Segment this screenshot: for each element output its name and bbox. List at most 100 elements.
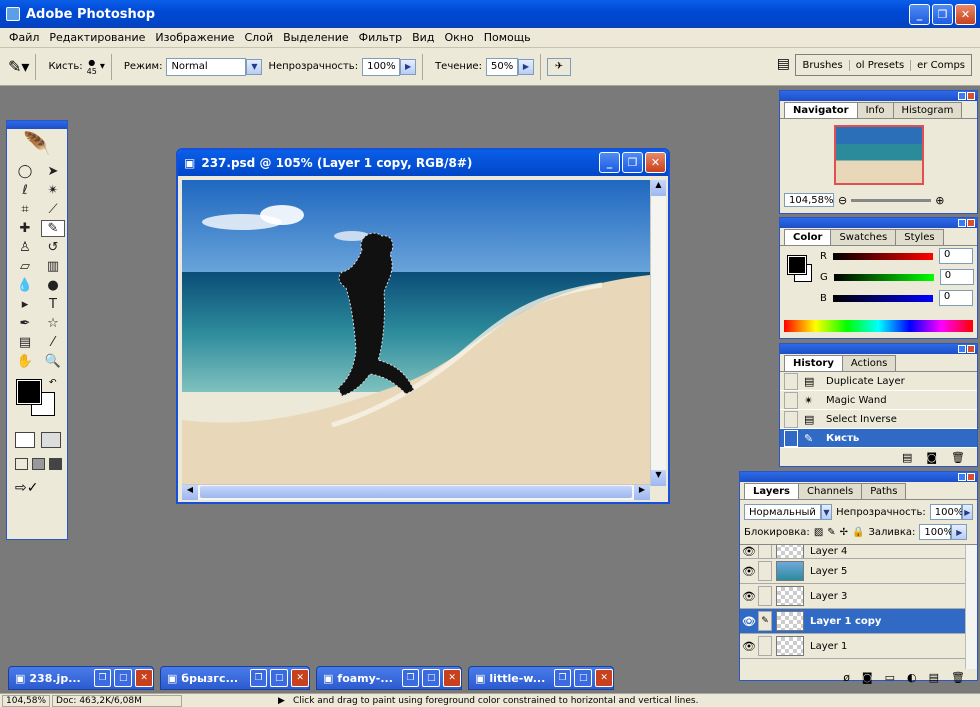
red-slider[interactable] — [832, 252, 933, 260]
toolbox-title-bar[interactable] — [7, 121, 67, 129]
zoom-in-icon[interactable]: ⊕ — [935, 194, 944, 207]
quick-mask-mode-icon[interactable] — [41, 432, 61, 448]
layer-row[interactable]: 👁 Layer 1 — [740, 634, 977, 659]
close-icon[interactable]: ✕ — [135, 669, 153, 687]
restore-icon[interactable]: ❐ — [401, 669, 420, 687]
maximize-button[interactable]: ❐ — [932, 4, 953, 25]
healing-brush-tool-icon[interactable]: ✚ — [13, 220, 37, 237]
blend-mode-select[interactable]: Нормальный — [744, 504, 821, 520]
pen-tool-icon[interactable]: ✒ — [13, 315, 37, 332]
minimized-doc-4[interactable]: ▣ little-w... ❐ □ ✕ — [468, 666, 614, 690]
tab-swatches[interactable]: Swatches — [830, 229, 897, 245]
color-fg-swatch[interactable] — [787, 255, 807, 275]
slice-tool-icon[interactable]: ⟋ — [41, 201, 65, 218]
history-palette-title-bar[interactable] — [780, 344, 977, 354]
document-horizontal-scrollbar[interactable]: ◀ ▶ — [182, 484, 650, 500]
screen-mode-full-icon[interactable] — [49, 458, 62, 470]
restore-icon[interactable]: ❐ — [553, 669, 572, 687]
zoom-out-icon[interactable]: ⊖ — [838, 194, 847, 207]
tab-info[interactable]: Info — [856, 102, 894, 118]
flow-slider-icon[interactable]: ▶ — [517, 58, 534, 75]
swap-colors-icon[interactable]: ↶ — [49, 378, 57, 388]
brush-link-icon[interactable]: ✎ — [758, 611, 772, 631]
hand-tool-icon[interactable]: ✋ — [13, 353, 37, 370]
foreground-color-swatch[interactable] — [16, 379, 42, 405]
menu-help[interactable]: Помощь — [479, 31, 536, 44]
eye-icon[interactable]: 👁 — [740, 640, 758, 653]
lock-all-icon[interactable]: 🔒 — [852, 527, 864, 538]
blend-mode-dropdown-icon[interactable]: ▼ — [820, 504, 833, 520]
lock-image-icon[interactable]: ✎ — [827, 527, 835, 538]
brush-tool-preset-icon[interactable]: ✎▾ — [8, 57, 29, 76]
layer-row[interactable]: 👁 Layer 3 — [740, 584, 977, 609]
palette-close-icon[interactable] — [967, 345, 975, 353]
maximize-icon[interactable]: □ — [574, 669, 593, 687]
mode-dropdown-icon[interactable]: ▼ — [246, 58, 263, 75]
layer-row[interactable]: 👁 Layer 4 — [740, 545, 977, 559]
palette-minimize-icon[interactable] — [958, 473, 966, 481]
type-tool-icon[interactable]: T — [41, 296, 65, 313]
tab-paths[interactable]: Paths — [861, 483, 907, 499]
clone-stamp-tool-icon[interactable]: ♙ — [13, 239, 37, 256]
airbrush-icon[interactable]: ✈ — [546, 57, 571, 76]
path-selection-tool-icon[interactable]: ▸ — [13, 296, 37, 313]
layer-row[interactable]: 👁 ✎ Layer 1 copy — [740, 609, 977, 634]
navigator-zoom-slider[interactable] — [851, 198, 932, 202]
jump-to-imageready-icon[interactable]: ⇨✓ — [15, 480, 67, 496]
move-tool-icon[interactable]: ➤ — [41, 163, 65, 180]
history-item[interactable]: ▤ Select Inverse — [780, 410, 977, 429]
mode-select[interactable]: Normal — [166, 57, 247, 76]
palette-minimize-icon[interactable] — [958, 345, 966, 353]
eraser-tool-icon[interactable]: ▱ — [13, 258, 37, 275]
eye-icon[interactable]: 👁 — [740, 565, 758, 578]
menu-view[interactable]: Вид — [407, 31, 439, 44]
new-snapshot-icon[interactable]: ◙ — [926, 451, 937, 464]
lasso-tool-icon[interactable]: ℓ — [13, 182, 37, 199]
history-item[interactable]: ▤ Duplicate Layer — [780, 372, 977, 391]
palette-close-icon[interactable] — [967, 219, 975, 227]
history-source-checkbox[interactable] — [784, 429, 798, 447]
eye-icon[interactable]: 👁 — [740, 615, 758, 628]
file-browser-icon[interactable]: ▤ — [777, 56, 790, 72]
layer-link-icon[interactable] — [758, 545, 772, 558]
maximize-icon[interactable]: □ — [422, 669, 441, 687]
document-maximize-button[interactable]: ❐ — [622, 152, 643, 173]
history-source-checkbox[interactable] — [784, 372, 798, 390]
notes-tool-icon[interactable]: ▤ — [13, 334, 37, 351]
palette-minimize-icon[interactable] — [958, 92, 966, 100]
maximize-icon[interactable]: □ — [114, 669, 133, 687]
layer-row[interactable]: 👁 Layer 5 — [740, 559, 977, 584]
tab-styles[interactable]: Styles — [895, 229, 944, 245]
green-field[interactable]: 0 — [939, 269, 974, 285]
minimized-doc-1[interactable]: ▣ 238.jp... ❐ □ ✕ — [8, 666, 154, 690]
lock-transparency-icon[interactable]: ▨ — [814, 527, 823, 538]
layer-link-icon[interactable] — [758, 636, 772, 656]
close-icon[interactable]: ✕ — [291, 669, 309, 687]
document-close-button[interactable]: ✕ — [645, 152, 666, 173]
crop-tool-icon[interactable]: ⌗ — [13, 201, 37, 218]
delete-state-icon[interactable]: 🗑 — [951, 451, 965, 464]
history-source-checkbox[interactable] — [784, 391, 798, 409]
palette-close-icon[interactable] — [967, 92, 975, 100]
menu-image[interactable]: Изображение — [150, 31, 239, 44]
history-source-checkbox[interactable] — [784, 410, 798, 428]
document-vertical-scrollbar[interactable]: ▲ ▼ — [650, 180, 666, 486]
gradient-tool-icon[interactable]: ▥ — [41, 258, 65, 275]
fill-slider-icon[interactable]: ▶ — [951, 524, 968, 540]
screen-mode-full-menu-icon[interactable] — [32, 458, 45, 470]
new-set-icon[interactable]: ▭ — [885, 671, 895, 684]
tab-layers[interactable]: Layers — [744, 483, 799, 499]
brush-picker-arrow-icon[interactable]: ▾ — [100, 61, 105, 72]
brush-picker[interactable]: ● 45 — [87, 58, 97, 76]
palette-well-tool-presets[interactable]: ol Presets — [850, 59, 912, 71]
layers-opacity-slider-icon[interactable]: ▶ — [961, 504, 973, 520]
menu-filter[interactable]: Фильтр — [354, 31, 408, 44]
history-item[interactable]: ✎ Кисть — [780, 429, 977, 448]
menu-file[interactable]: Файл — [4, 31, 44, 44]
magic-wand-tool-icon[interactable]: ✴ — [41, 182, 65, 199]
green-slider[interactable] — [833, 273, 934, 281]
document-title-bar[interactable]: ▣ 237.psd @ 105% (Layer 1 copy, RGB/8#) … — [178, 150, 668, 176]
palette-minimize-icon[interactable] — [958, 219, 966, 227]
blue-slider[interactable] — [832, 294, 933, 302]
palette-well-brushes[interactable]: Brushes — [796, 59, 850, 71]
